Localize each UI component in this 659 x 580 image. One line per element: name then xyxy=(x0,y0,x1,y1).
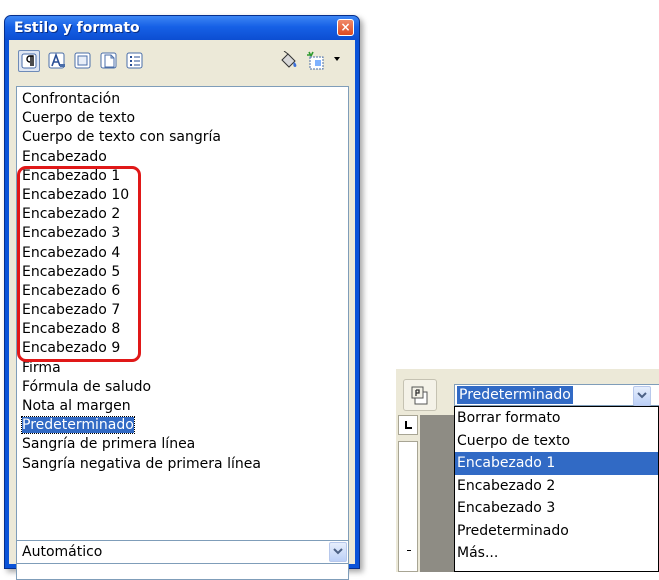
chevron-down-icon xyxy=(333,548,343,556)
styles-and-formatting-window: Estilo y formato × Confrontación Cuerpo … xyxy=(4,15,360,569)
style-list-item[interactable]: Encabezado 9 xyxy=(22,339,348,358)
style-dropdown-option[interactable]: Cuerpo de texto xyxy=(455,430,658,453)
page-styles-button[interactable] xyxy=(98,50,120,72)
fill-format-mode-button[interactable] xyxy=(276,50,302,72)
close-button[interactable]: × xyxy=(337,19,354,36)
styles-toolbar xyxy=(9,40,355,78)
styles-and-formatting-button[interactable] xyxy=(403,379,437,411)
formatting-toolbar-crop: Predeterminado Borrar formato Cuerpo de t… xyxy=(396,369,659,572)
style-list-item[interactable]: Encabezado xyxy=(22,148,348,167)
style-list-item-label: Sangría negativa de primera línea xyxy=(22,456,261,472)
style-filter-combo[interactable]: Automático xyxy=(16,540,349,564)
style-list-item-label: Encabezado 9 xyxy=(22,340,120,356)
style-list-item-label: Encabezado 2 xyxy=(22,206,120,222)
style-list-item[interactable]: Fórmula de saludo xyxy=(22,378,348,397)
style-list-item-label: Encabezado 8 xyxy=(22,321,120,337)
style-list-item-label: Predeterminado xyxy=(22,417,134,433)
list-styles-icon xyxy=(126,52,144,70)
apply-style-dropdown-list[interactable]: Borrar formato Cuerpo de texto Encabezado … xyxy=(454,406,659,572)
style-list-item[interactable]: Predeterminado xyxy=(22,416,348,435)
new-style-dropdown-arrow-icon[interactable] xyxy=(334,57,340,61)
style-list-item[interactable]: Sangría negativa de primera línea xyxy=(22,455,348,474)
character-styles-icon xyxy=(48,52,66,70)
style-list-item-label: Encabezado 3 xyxy=(22,225,120,241)
style-list-item-label: Firma xyxy=(22,360,61,376)
style-dropdown-option[interactable]: Encabezado 1 xyxy=(455,452,658,475)
tab-stop-selector[interactable] xyxy=(398,415,418,435)
window-title: Estilo y formato xyxy=(14,20,140,36)
style-list-item[interactable]: Encabezado 5 xyxy=(22,263,348,282)
new-style-icon xyxy=(306,51,328,71)
style-list-item-label: Encabezado 5 xyxy=(22,264,120,280)
style-dropdown-option[interactable]: Encabezado 3 xyxy=(455,497,658,520)
style-list-item-label: Cuerpo de texto con sangría xyxy=(22,129,221,145)
style-list-item-label: Nota al margen xyxy=(22,398,131,414)
ruler-tick xyxy=(407,550,411,551)
style-list-item[interactable]: Encabezado 3 xyxy=(22,224,348,243)
style-list-item[interactable]: Encabezado 10 xyxy=(22,186,348,205)
style-list-item-label: Encabezado 10 xyxy=(22,187,129,203)
style-list-item[interactable]: Cuerpo de texto con sangría xyxy=(22,128,348,147)
frame-styles-button[interactable] xyxy=(72,50,94,72)
style-list-item-label: Encabezado 4 xyxy=(22,245,120,261)
style-list-item-label: Encabezado 1 xyxy=(22,168,120,184)
style-list-item[interactable]: Firma xyxy=(22,359,348,378)
window-body: Confrontación Cuerpo de texto Cuerpo de te… xyxy=(9,40,355,564)
list-styles-button[interactable] xyxy=(124,50,146,72)
style-list-item[interactable]: Encabezado 2 xyxy=(22,205,348,224)
styles-formatting-icon xyxy=(410,385,430,405)
vertical-ruler xyxy=(398,441,418,572)
style-list-item-label: Confrontación xyxy=(22,91,120,107)
paragraph-styles-button[interactable] xyxy=(18,50,40,72)
styles-list[interactable]: Confrontación Cuerpo de texto Cuerpo de te… xyxy=(16,86,349,580)
style-list-item-label: Sangría de primera línea xyxy=(22,436,195,452)
style-dropdown-option[interactable]: Borrar formato xyxy=(455,407,658,430)
frame-styles-icon xyxy=(74,52,92,70)
character-styles-button[interactable] xyxy=(46,50,68,72)
style-list-item-label: Encabezado xyxy=(22,149,107,165)
chevron-down-icon xyxy=(637,392,647,400)
style-list-item-label: Cuerpo de texto xyxy=(22,110,135,126)
new-style-from-selection-button[interactable] xyxy=(305,50,329,72)
style-dropdown-option[interactable]: Predeterminado xyxy=(455,520,658,543)
paint-bucket-icon xyxy=(278,51,300,71)
style-list-item-label: Fórmula de saludo xyxy=(22,379,151,395)
style-filter-dropdown-button[interactable] xyxy=(329,542,347,562)
document-background xyxy=(420,415,456,572)
style-list-item[interactable]: Encabezado 4 xyxy=(22,244,348,263)
style-list-item-label: Encabezado 7 xyxy=(22,302,120,318)
apply-style-dropdown-button[interactable] xyxy=(633,386,651,406)
style-list-item-label: Encabezado 6 xyxy=(22,283,120,299)
left-tab-icon xyxy=(399,416,417,434)
page-styles-icon xyxy=(100,52,118,70)
style-filter-value: Automático xyxy=(22,544,102,560)
style-list-item[interactable]: Cuerpo de texto xyxy=(22,109,348,128)
style-list-item[interactable]: Encabezado 1 xyxy=(22,167,348,186)
style-list-item[interactable]: Encabezado 6 xyxy=(22,282,348,301)
title-bar[interactable]: Estilo y formato × xyxy=(5,16,359,40)
apply-style-value[interactable]: Predeterminado xyxy=(457,386,573,404)
style-dropdown-option[interactable]: Encabezado 2 xyxy=(455,475,658,498)
paragraph-styles-icon xyxy=(21,53,37,69)
apply-style-combo[interactable]: Predeterminado xyxy=(454,384,659,406)
style-list-item[interactable]: Confrontación xyxy=(22,90,348,109)
style-list-item[interactable]: Sangría de primera línea xyxy=(22,435,348,454)
style-list-item[interactable]: Encabezado 7 xyxy=(22,301,348,320)
style-list-item[interactable]: Encabezado 8 xyxy=(22,320,348,339)
style-list-item[interactable]: Nota al margen xyxy=(22,397,348,416)
style-dropdown-option[interactable]: Más... xyxy=(455,542,658,565)
